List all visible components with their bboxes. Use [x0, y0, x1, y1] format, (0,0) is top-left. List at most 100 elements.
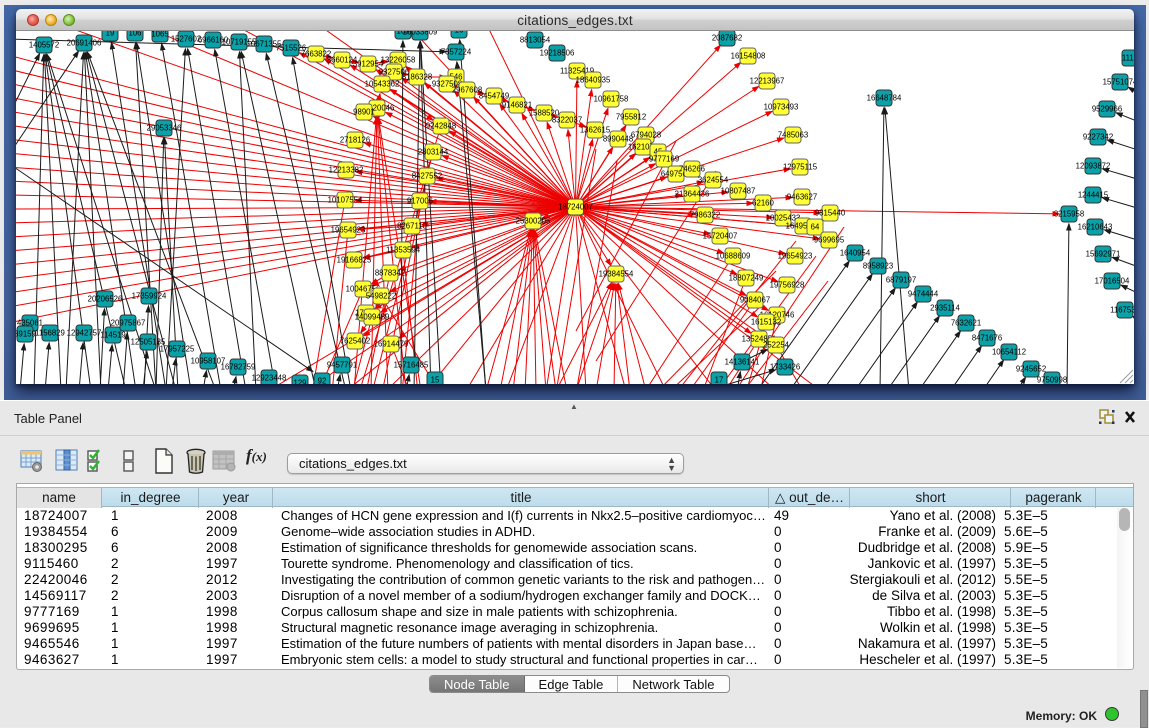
svg-text:16914479: 16914479 [374, 340, 409, 349]
svg-text:15716485: 15716485 [394, 361, 429, 370]
svg-text:7485063: 7485063 [778, 131, 808, 140]
svg-text:16154808: 16154808 [731, 52, 766, 61]
svg-text:9699695: 9699695 [814, 236, 845, 245]
svg-text:129: 129 [293, 379, 306, 385]
svg-text:1117: 1117 [1122, 54, 1134, 63]
svg-text:9529966: 9529966 [1092, 105, 1122, 114]
svg-text:12923448: 12923448 [252, 374, 287, 383]
svg-text:20975867: 20975867 [111, 319, 146, 328]
svg-text:9474444: 9474444 [908, 290, 939, 299]
svg-text:9815440: 9815440 [815, 209, 846, 218]
svg-text:7632621: 7632621 [951, 319, 981, 328]
svg-text:2803144: 2803144 [418, 148, 449, 157]
svg-text:10688609: 10688609 [716, 252, 751, 261]
svg-text:16648784: 16648784 [867, 94, 902, 103]
svg-text:1615132: 1615132 [751, 318, 781, 327]
svg-text:12213967: 12213967 [750, 77, 785, 86]
svg-text:39159: 39159 [16, 330, 36, 339]
svg-text:29053346: 29053346 [147, 124, 182, 133]
svg-text:8454749: 8454749 [479, 92, 509, 101]
svg-text:917006: 917006 [407, 197, 433, 206]
svg-text:1405572: 1405572 [29, 41, 59, 50]
svg-text:20206526: 20206526 [88, 295, 123, 304]
svg-text:9084067: 9084067 [740, 296, 770, 305]
svg-text:3215958: 3215958 [1054, 210, 1084, 219]
svg-text:6879197: 6879197 [886, 276, 916, 285]
svg-text:1065: 1065 [151, 31, 169, 39]
svg-text:18640935: 18640935 [576, 76, 611, 85]
svg-text:17359924: 17359924 [132, 292, 167, 301]
svg-text:19384554: 19384554 [599, 270, 634, 279]
svg-text:17016504: 17016504 [1095, 277, 1130, 286]
svg-text:7857224: 7857224 [441, 48, 472, 57]
svg-text:3624554: 3624554 [698, 176, 729, 185]
svg-text:9245652: 9245652 [1016, 365, 1046, 374]
svg-text:16782759: 16782759 [221, 363, 256, 372]
svg-text:10654112: 10654112 [992, 348, 1026, 357]
svg-text:8427552: 8427552 [412, 172, 442, 181]
svg-text:9146821: 9146821 [502, 101, 532, 110]
svg-text:9777169: 9777169 [649, 155, 679, 164]
svg-text:7986322: 7986322 [690, 211, 720, 220]
svg-text:16210643: 16210643 [1078, 223, 1113, 232]
svg-text:12942757: 12942757 [67, 329, 102, 338]
svg-text:15: 15 [431, 376, 440, 385]
svg-text:2087682: 2087682 [712, 34, 742, 43]
svg-text:8322037: 8322037 [552, 116, 582, 125]
svg-text:1733426: 1733426 [770, 363, 800, 372]
svg-text:16: 16 [455, 31, 464, 35]
svg-text:20691406: 20691406 [67, 39, 102, 48]
svg-text:2967608: 2967608 [452, 86, 482, 95]
svg-text:1362615: 1362615 [580, 126, 611, 135]
svg-text:98901: 98901 [353, 108, 375, 117]
svg-text:21364436: 21364436 [675, 190, 710, 199]
svg-text:9242848: 9242848 [426, 122, 456, 131]
svg-text:25300205: 25300205 [516, 217, 551, 226]
svg-text:19654923: 19654923 [778, 252, 813, 261]
svg-text:15720407: 15720407 [703, 232, 738, 241]
svg-text:15751074: 15751074 [1103, 78, 1134, 87]
svg-text:19756928: 19756928 [770, 281, 805, 290]
svg-text:18807249: 18807249 [729, 274, 764, 283]
svg-text:1167533: 1167533 [1110, 306, 1134, 315]
svg-text:7955812: 7955812 [616, 113, 646, 122]
svg-text:17957225: 17957225 [160, 345, 195, 354]
svg-text:15692971: 15692971 [1086, 250, 1121, 259]
svg-text:14136141: 14136141 [725, 358, 760, 367]
svg-text:1156829: 1156829 [35, 329, 65, 338]
svg-text:62160: 62160 [752, 199, 774, 208]
svg-text:746266: 746266 [679, 165, 705, 174]
svg-text:8878342: 8878342 [375, 269, 405, 278]
svg-text:12975115: 12975115 [783, 163, 818, 172]
svg-text:2935114: 2935114 [930, 304, 960, 313]
svg-text:19: 19 [106, 31, 115, 38]
svg-text:11353594: 11353594 [386, 246, 421, 255]
svg-text:8186328: 8186328 [402, 73, 432, 82]
svg-text:18724007: 18724007 [558, 203, 593, 212]
svg-text:2718126: 2718126 [340, 136, 370, 145]
svg-text:9227342: 9227342 [1083, 133, 1113, 142]
svg-text:1527602: 1527602 [171, 35, 201, 44]
svg-text:10543362: 10543362 [365, 80, 400, 89]
svg-text:19166825: 19166825 [337, 256, 372, 265]
svg-text:17: 17 [715, 376, 724, 385]
svg-text:5498222: 5498222 [366, 292, 396, 301]
svg-text:1244415: 1244415 [1078, 191, 1109, 200]
svg-text:10973493: 10973493 [764, 103, 799, 112]
svg-text:10807487: 10807487 [721, 187, 756, 196]
svg-text:9750998: 9750998 [1037, 376, 1067, 385]
svg-text:9457791: 9457791 [327, 361, 357, 370]
svg-text:13226058: 13226058 [381, 56, 416, 65]
svg-text:9463627: 9463627 [787, 193, 817, 202]
svg-text:19654923: 19654923 [331, 226, 366, 235]
svg-text:8471676: 8471676 [972, 334, 1002, 343]
svg-text:8813054: 8813054 [520, 36, 551, 45]
svg-text:106: 106 [128, 31, 141, 38]
svg-text:12213382: 12213382 [329, 166, 364, 175]
svg-text:7625402: 7625402 [340, 337, 370, 346]
svg-text:64: 64 [811, 223, 820, 232]
svg-text:114519: 114519 [100, 331, 125, 340]
svg-text:8958923: 8958923 [863, 262, 893, 271]
svg-text:10961758: 10961758 [594, 95, 629, 104]
svg-text:8267110: 8267110 [397, 222, 427, 231]
